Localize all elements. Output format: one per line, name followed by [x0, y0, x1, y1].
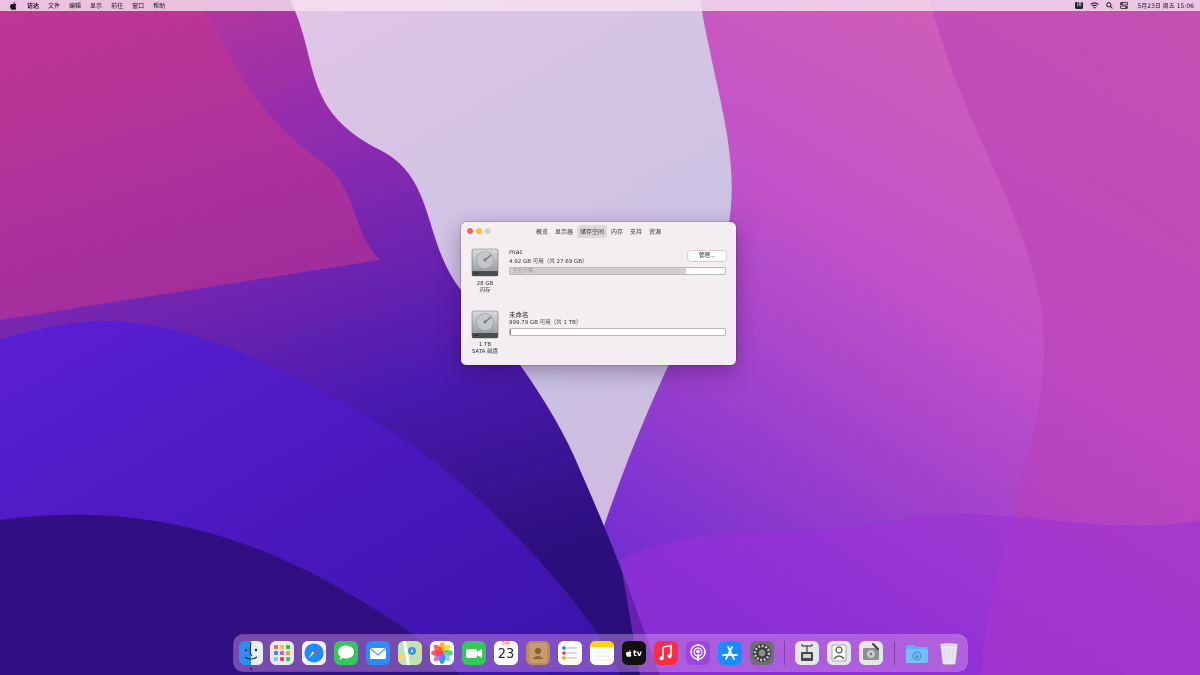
dock: 5月 23 tv	[234, 635, 967, 671]
wifi-icon[interactable]	[1090, 0, 1100, 11]
window-titlebar[interactable]: 概览 显示器 储存空间 内存 支持 资源	[461, 222, 736, 240]
menu-file[interactable]: 文件	[48, 1, 60, 10]
app-store-icon[interactable]	[717, 640, 743, 666]
calculating-label: 正在计算...	[513, 268, 538, 274]
about-this-mac-window: 概览 显示器 储存空间 内存 支持 资源 28 GB 闪存 mac 4.92 G…	[461, 222, 736, 365]
network-utility-icon[interactable]	[794, 640, 820, 666]
drive-size-label: 1 TB	[478, 342, 492, 348]
menu-window[interactable]: 窗口	[132, 1, 144, 10]
calendar-icon[interactable]: 5月 23	[494, 641, 518, 665]
disk-utility-icon[interactable]	[858, 640, 884, 666]
drive-available: 999.79 GB 可用（共 1 TB）	[509, 320, 582, 326]
tab-support[interactable]: 支持	[627, 225, 645, 238]
spotlight-icon[interactable]	[1106, 0, 1114, 11]
menu-go[interactable]: 前往	[111, 1, 123, 10]
control-center-icon[interactable]	[1120, 0, 1129, 11]
music-icon[interactable]	[653, 640, 679, 666]
safari-icon[interactable]	[301, 640, 327, 666]
contacts-icon[interactable]	[525, 640, 551, 666]
drive-type-label: 闪存	[479, 288, 491, 294]
input-method-icon[interactable]: 拼	[1075, 0, 1084, 11]
finder-icon[interactable]	[238, 640, 264, 666]
apple-logo-icon	[626, 649, 632, 657]
podcasts-icon[interactable]	[685, 640, 711, 666]
system-preferences-icon[interactable]	[749, 640, 775, 666]
menu-help[interactable]: 帮助	[153, 1, 165, 10]
calendar-day: 23	[497, 647, 515, 662]
sata-disk-icon	[471, 310, 499, 339]
messages-icon[interactable]	[333, 640, 359, 666]
flash-drive-icon	[471, 248, 499, 277]
input-method-badge: 拼	[1075, 2, 1084, 9]
menu-bar: 访达 文件 编辑 显示 前往 窗口 帮助 拼 5月23日 周五 15:06	[0, 0, 1200, 11]
tv-label: tv	[632, 648, 643, 658]
tab-bar: 概览 显示器 储存空间 内存 支持 资源	[461, 225, 736, 238]
tab-displays[interactable]: 显示器	[552, 225, 576, 238]
tab-storage[interactable]: 储存空间	[576, 225, 607, 238]
storage-used-fill	[510, 329, 512, 335]
drive-size-label: 28 GB	[476, 281, 494, 287]
system-information-icon[interactable]	[826, 640, 852, 666]
drive-name: mac	[509, 248, 523, 256]
downloads-folder-icon[interactable]	[904, 640, 930, 666]
facetime-icon[interactable]	[461, 640, 487, 666]
menu-edit[interactable]: 编辑	[69, 1, 81, 10]
menu-view[interactable]: 显示	[90, 1, 102, 10]
notes-icon[interactable]	[589, 640, 615, 666]
tab-overview[interactable]: 概览	[533, 225, 551, 238]
manage-button[interactable]: 管理...	[688, 251, 726, 261]
apple-menu-icon[interactable]	[8, 1, 18, 10]
reminders-icon[interactable]	[557, 640, 583, 666]
finder-running-indicator	[250, 668, 252, 670]
storage-usage-bar: 正在计算...	[509, 267, 726, 275]
apple-tv-icon[interactable]: tv	[622, 641, 646, 665]
storage-usage-bar	[509, 328, 726, 336]
drive-available: 4.92 GB 可用（共 27.69 GB）	[509, 259, 588, 265]
menu-finder[interactable]: 访达	[27, 1, 39, 10]
menubar-clock[interactable]: 5月23日 周五 15:06	[1137, 1, 1194, 10]
drive-type-label: SATA 磁盘	[471, 349, 499, 355]
dock-separator	[894, 641, 895, 665]
dock-separator	[784, 641, 785, 665]
trash-icon[interactable]	[936, 640, 962, 666]
mail-icon[interactable]	[365, 640, 391, 666]
photos-icon[interactable]	[429, 640, 455, 666]
launchpad-icon[interactable]	[269, 640, 295, 666]
tab-memory[interactable]: 内存	[608, 225, 626, 238]
tab-resources[interactable]: 资源	[646, 225, 664, 238]
maps-icon[interactable]	[397, 640, 423, 666]
